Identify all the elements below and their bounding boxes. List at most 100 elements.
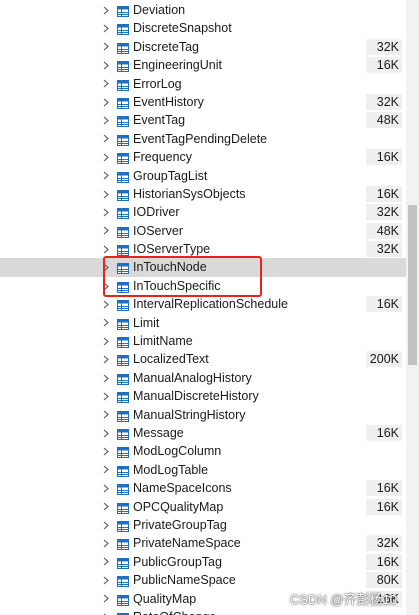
table-row[interactable]: IntervalReplicationSchedule 16K <box>0 295 406 313</box>
table-icon <box>117 225 129 238</box>
table-name: ManualDiscreteHistory <box>133 389 259 404</box>
chevron-right-icon[interactable] <box>101 93 111 111</box>
table-name: ManualStringHistory <box>133 407 246 422</box>
chevron-right-icon[interactable] <box>101 553 111 571</box>
table-name: PublicNameSpace <box>133 573 236 588</box>
table-size: 32K <box>366 93 402 110</box>
chevron-right-icon[interactable] <box>101 350 111 368</box>
table-size: 16K <box>366 149 402 166</box>
table-row[interactable]: PrivateNameSpace 32K <box>0 534 406 552</box>
chevron-right-icon[interactable] <box>101 479 111 497</box>
table-row[interactable]: EventTagPendingDelete <box>0 130 406 148</box>
chevron-right-icon[interactable] <box>101 314 111 332</box>
table-icon <box>117 206 129 220</box>
chevron-right-icon[interactable] <box>101 38 111 56</box>
chevron-right-icon[interactable] <box>101 75 111 93</box>
table-name: PrivateGroupTag <box>133 517 227 532</box>
table-name: NameSpaceIcons <box>133 481 232 496</box>
chevron-right-icon[interactable] <box>101 516 111 534</box>
vertical-scrollbar[interactable] <box>406 0 419 615</box>
table-row[interactable]: EngineeringUnit 16K <box>0 56 406 74</box>
chevron-right-icon[interactable] <box>101 130 111 148</box>
chevron-right-icon[interactable] <box>101 571 111 589</box>
table-row[interactable]: ModLogTable <box>0 461 406 479</box>
table-icon <box>117 537 129 551</box>
chevron-right-icon[interactable] <box>101 167 111 185</box>
table-name: Limit <box>133 315 160 330</box>
table-row[interactable]: HistorianSysObjects 16K <box>0 185 406 203</box>
table-row[interactable]: GroupTagList <box>0 167 406 185</box>
table-row[interactable]: IODriver 32K <box>0 203 406 221</box>
table-row[interactable]: IOServer 48K <box>0 222 406 240</box>
table-icon <box>117 317 129 330</box>
chevron-right-icon[interactable] <box>101 111 111 129</box>
table-icon <box>117 593 129 606</box>
chevron-right-icon[interactable] <box>101 148 111 166</box>
table-size: 32K <box>366 535 402 552</box>
chevron-right-icon[interactable] <box>101 424 111 442</box>
table-size: 32K <box>366 38 402 55</box>
chevron-right-icon[interactable] <box>101 608 111 615</box>
table-row[interactable]: EventTag 48K <box>0 111 406 129</box>
table-tree: Deviation DiscreteSnapshot DiscreteTag 32K E… <box>0 1 406 615</box>
chevron-right-icon[interactable] <box>101 19 111 37</box>
table-row[interactable]: Deviation <box>0 1 406 19</box>
table-row[interactable]: DiscreteSnapshot <box>0 19 406 37</box>
chevron-right-icon[interactable] <box>101 387 111 405</box>
table-row[interactable]: ErrorLog <box>0 75 406 93</box>
table-name: ErrorLog <box>133 76 182 91</box>
table-name: LocalizedText <box>133 352 209 367</box>
table-icon <box>117 482 129 496</box>
table-size: 48K <box>366 112 402 129</box>
chevron-right-icon[interactable] <box>101 442 111 460</box>
chevron-right-icon[interactable] <box>101 1 111 19</box>
table-row[interactable]: NameSpaceIcons 16K <box>0 479 406 497</box>
scrollbar-thumb[interactable] <box>408 205 417 365</box>
table-row[interactable]: RateOfChange <box>0 608 406 615</box>
table-icon <box>117 574 129 588</box>
chevron-right-icon[interactable] <box>101 332 111 350</box>
table-size: 16K <box>366 57 402 74</box>
table-row[interactable]: DiscreteTag 32K <box>0 38 406 56</box>
table-row[interactable]: Message 16K <box>0 424 406 442</box>
table-name: GroupTagList <box>133 168 208 183</box>
chevron-right-icon[interactable] <box>101 590 111 608</box>
table-icon <box>117 41 129 54</box>
table-icon <box>117 188 129 201</box>
table-row[interactable]: EventHistory 32K <box>0 93 406 111</box>
table-name: EventTag <box>133 113 186 128</box>
table-row[interactable]: Limit <box>0 314 406 332</box>
chevron-right-icon[interactable] <box>101 498 111 516</box>
table-size: 32K <box>366 241 402 258</box>
table-row[interactable]: ManualDiscreteHistory <box>0 387 406 405</box>
table-icon <box>117 409 129 422</box>
table-name: ManualAnalogHistory <box>133 370 252 385</box>
chevron-right-icon[interactable] <box>101 369 111 387</box>
chevron-right-icon[interactable] <box>101 406 111 424</box>
table-icon <box>117 4 129 17</box>
table-name: LimitName <box>133 334 193 349</box>
table-name: EventTagPendingDelete <box>133 131 268 146</box>
table-row[interactable]: LocalizedText 200K <box>0 350 406 368</box>
table-icon <box>117 556 129 569</box>
chevron-right-icon[interactable] <box>101 56 111 74</box>
table-row[interactable]: Frequency 16K <box>0 148 406 166</box>
table-row[interactable]: ModLogColumn <box>0 442 406 460</box>
table-icon <box>117 243 129 257</box>
chevron-right-icon[interactable] <box>101 534 111 552</box>
table-row[interactable]: PublicNameSpace 80K <box>0 571 406 589</box>
table-row[interactable]: PublicGroupTag 16K <box>0 553 406 571</box>
chevron-right-icon[interactable] <box>101 185 111 203</box>
table-icon <box>117 390 129 404</box>
table-row[interactable]: ManualStringHistory <box>0 406 406 424</box>
chevron-right-icon[interactable] <box>101 203 111 221</box>
table-icon <box>117 611 129 615</box>
table-name: IOServer <box>133 223 184 238</box>
chevron-right-icon[interactable] <box>101 222 111 240</box>
table-row[interactable]: OPCQualityMap 16K <box>0 498 406 516</box>
chevron-right-icon[interactable] <box>101 461 111 479</box>
table-row[interactable]: ManualAnalogHistory <box>0 369 406 387</box>
table-row[interactable]: PrivateGroupTag <box>0 516 406 534</box>
table-row[interactable]: LimitName <box>0 332 406 350</box>
chevron-right-icon[interactable] <box>101 295 111 313</box>
